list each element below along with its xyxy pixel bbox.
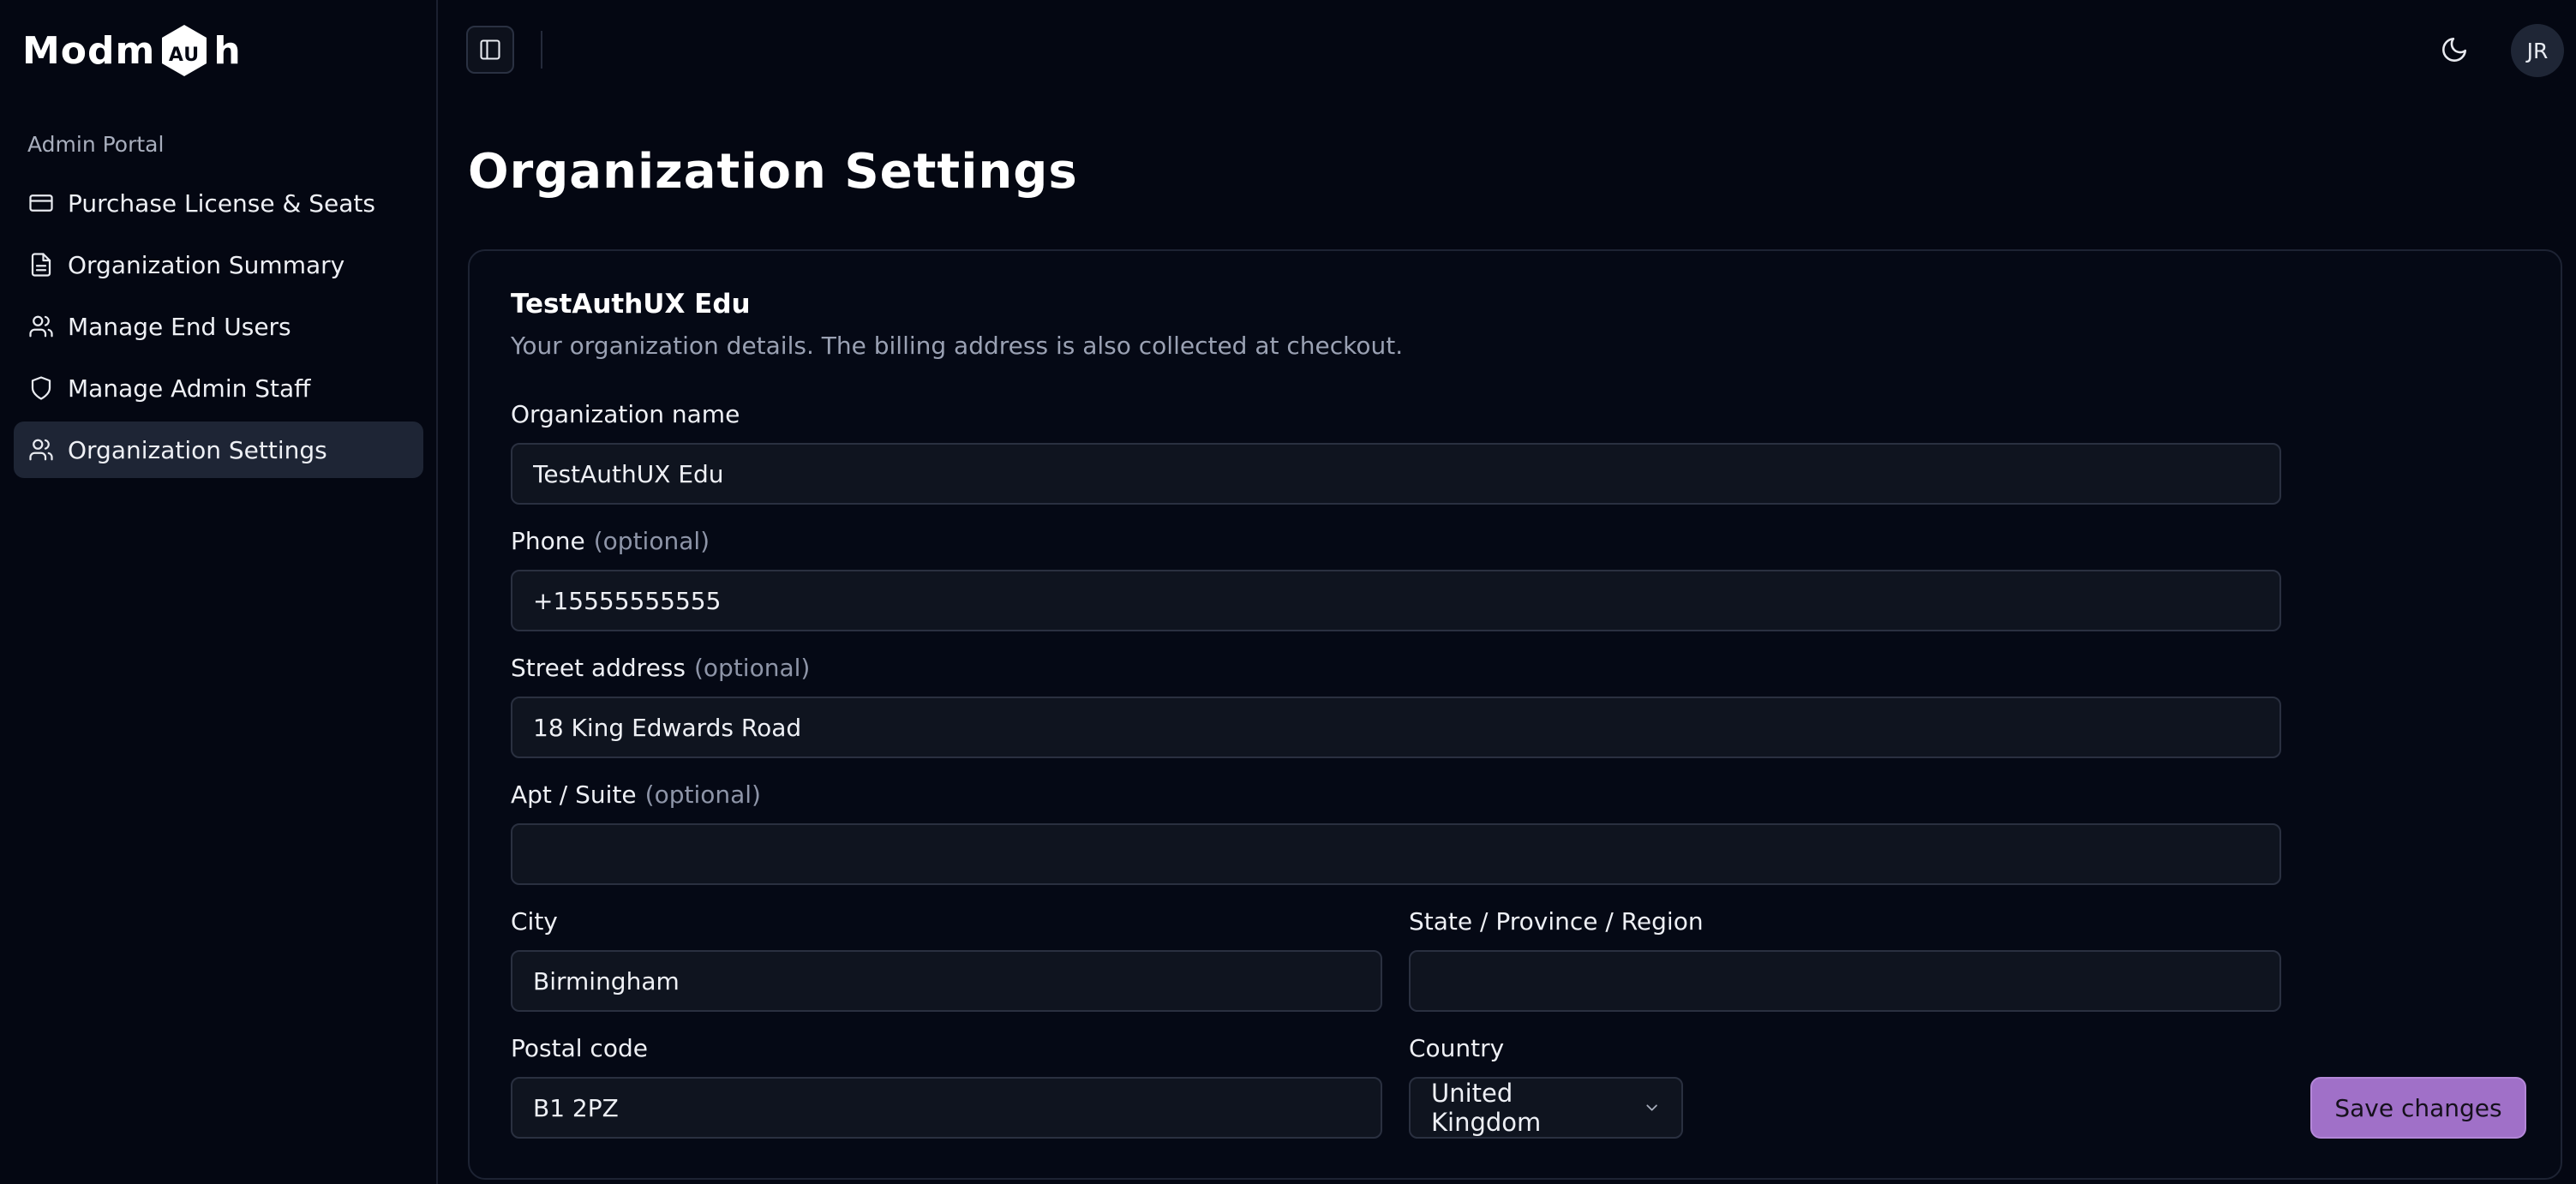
country-select-value: United Kingdom xyxy=(1431,1079,1542,1137)
sidebar-item-label: Manage Admin Staff xyxy=(68,374,311,403)
sidebar-item-manage-end-users[interactable]: Manage End Users xyxy=(14,298,423,355)
sidebar-nav: Purchase License & Seats Organization Su… xyxy=(14,175,423,483)
postal-code-label: Postal code xyxy=(511,1034,648,1062)
document-icon xyxy=(27,251,55,278)
sidebar-toggle-icon xyxy=(480,39,500,60)
logo-text-right: h xyxy=(213,28,242,73)
sidebar-item-label: Manage End Users xyxy=(68,312,291,341)
country-select[interactable]: United Kingdom xyxy=(1409,1077,1683,1139)
state-label: State / Province / Region xyxy=(1409,907,1704,936)
sidebar-item-organization-settings[interactable]: Organization Settings xyxy=(14,422,423,478)
users-icon xyxy=(27,313,55,340)
user-avatar[interactable]: JR xyxy=(2511,24,2564,77)
sidebar-item-label: Organization Summary xyxy=(68,250,345,279)
sidebar-item-manage-admin-staff[interactable]: Manage Admin Staff xyxy=(14,360,423,416)
sidebar-item-label: Organization Settings xyxy=(68,435,327,464)
city-input[interactable] xyxy=(511,950,1382,1012)
phone-input[interactable] xyxy=(511,570,2281,631)
logo-hex-icon: AU xyxy=(162,25,207,76)
sidebar-section-label: Admin Portal xyxy=(27,132,165,157)
org-name-label: Organization name xyxy=(511,400,740,428)
theme-toggle-button[interactable] xyxy=(2430,26,2478,74)
apt-suite-label: Apt / Suite (optional) xyxy=(511,780,761,809)
moon-icon xyxy=(2442,37,2467,62)
card-description: Your organization details. The billing a… xyxy=(511,332,1404,360)
sidebar-item-purchase-license[interactable]: Purchase License & Seats xyxy=(14,175,423,231)
org-name-input[interactable] xyxy=(511,443,2281,505)
street-address-label: Street address (optional) xyxy=(511,654,811,682)
street-address-input[interactable] xyxy=(511,697,2281,758)
page-title: Organization Settings xyxy=(468,144,1078,200)
app-logo[interactable]: Modm AU h xyxy=(22,22,242,79)
app-root: Modm AU h Admin Portal Purchase License … xyxy=(0,0,2576,1184)
organization-settings-card: TestAuthUX Edu Your organization details… xyxy=(468,249,2562,1180)
shield-icon xyxy=(27,374,55,402)
users-icon xyxy=(27,436,55,463)
city-label: City xyxy=(511,907,558,936)
logo-text-left: Modm xyxy=(22,28,156,73)
phone-label: Phone (optional) xyxy=(511,527,710,555)
credit-card-icon xyxy=(27,189,55,217)
country-label: Country xyxy=(1409,1034,1505,1062)
header-divider xyxy=(541,31,542,69)
sidebar-item-label: Purchase License & Seats xyxy=(68,188,375,218)
sidebar-toggle-button[interactable] xyxy=(466,26,514,74)
card-title: TestAuthUX Edu xyxy=(511,289,751,320)
postal-code-input[interactable] xyxy=(511,1077,1382,1139)
chevron-down-icon xyxy=(1646,1104,1657,1111)
svg-text:AU: AU xyxy=(169,45,200,66)
save-changes-button[interactable]: Save changes xyxy=(2310,1077,2526,1139)
state-input[interactable] xyxy=(1409,950,2281,1012)
sidebar: Modm AU h Admin Portal Purchase License … xyxy=(0,0,438,1184)
sidebar-item-organization-summary[interactable]: Organization Summary xyxy=(14,236,423,293)
apt-suite-input[interactable] xyxy=(511,823,2281,885)
